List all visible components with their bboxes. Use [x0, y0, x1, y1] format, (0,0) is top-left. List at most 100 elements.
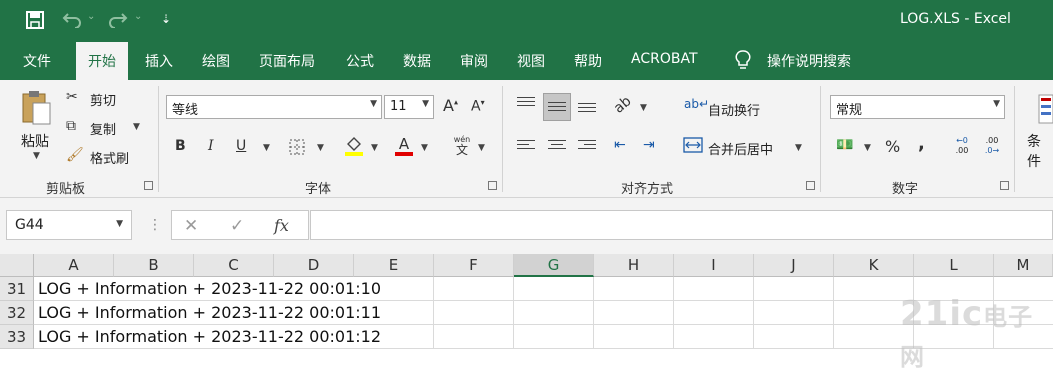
format-painter-icon[interactable]: 🖌	[66, 147, 84, 163]
number-format-select[interactable]: 常规 ▼	[830, 95, 1005, 119]
drag-handle-icon[interactable]: ⋮	[148, 217, 162, 233]
cancel-icon[interactable]: ✕	[184, 216, 198, 236]
wrap-text-button[interactable]: 自动换行	[708, 100, 760, 119]
cut-icon[interactable]: ✂	[66, 89, 78, 105]
customize-toolbar-icon[interactable]: ⇣	[161, 12, 171, 26]
column-header-e[interactable]: E	[354, 254, 434, 277]
redo-icon[interactable]	[108, 12, 128, 28]
tab-view[interactable]: 视图	[517, 51, 545, 71]
tab-data[interactable]: 数据	[403, 51, 431, 71]
row-header[interactable]: 32	[0, 301, 34, 325]
font-color-dropdown-icon[interactable]: ▼	[421, 143, 428, 153]
underline-button[interactable]: U	[236, 138, 246, 154]
grow-font-button[interactable]: A▴	[443, 96, 458, 115]
column-header-d[interactable]: D	[274, 254, 354, 277]
phonetic-dropdown-icon[interactable]: ▼	[478, 143, 485, 153]
insert-function-button[interactable]: fx	[274, 216, 289, 235]
name-box[interactable]: G44 ▼	[6, 210, 132, 240]
conditional-formatting-button[interactable]: 条件	[1027, 131, 1053, 171]
divider	[1014, 86, 1015, 192]
copy-button[interactable]: 复制	[90, 119, 116, 138]
align-top-icon[interactable]	[517, 97, 535, 111]
align-right-icon[interactable]	[578, 140, 596, 154]
font-size-select[interactable]: 11 ▼	[384, 95, 434, 119]
wrap-text-icon[interactable]: ab↵	[684, 97, 709, 111]
column-header-c[interactable]: C	[194, 254, 274, 277]
increase-decimal-icon[interactable]: ←0.00	[952, 136, 972, 156]
row-header[interactable]: 31	[0, 277, 34, 301]
undo-dropdown-icon[interactable]: ⌄	[87, 11, 95, 22]
column-header-m[interactable]: M	[994, 254, 1053, 277]
font-name-select[interactable]: 等线 ▼	[166, 95, 382, 119]
select-all-corner[interactable]	[0, 254, 34, 277]
number-launcher-icon[interactable]	[1000, 181, 1009, 190]
conditional-formatting-icon[interactable]	[1038, 94, 1053, 124]
tab-file[interactable]: 文件	[23, 51, 51, 71]
paste-icon[interactable]	[20, 90, 52, 126]
enter-icon[interactable]: ✓	[230, 216, 244, 236]
copy-icon[interactable]: ⧉	[66, 118, 76, 134]
tab-acrobat[interactable]: ACROBAT	[631, 51, 698, 67]
cut-button[interactable]: 剪切	[90, 90, 116, 109]
italic-button[interactable]: I	[208, 138, 214, 154]
alignment-launcher-icon[interactable]	[806, 181, 815, 190]
border-dropdown-icon[interactable]: ▼	[317, 143, 324, 153]
font-color-icon[interactable]: A	[394, 135, 414, 157]
column-header-k[interactable]: K	[834, 254, 914, 277]
column-header-g[interactable]: G	[514, 254, 594, 277]
undo-icon[interactable]	[62, 12, 82, 28]
comma-style-button[interactable]: ,	[918, 133, 925, 154]
tab-insert[interactable]: 插入	[145, 51, 173, 71]
accounting-dropdown-icon[interactable]: ▼	[864, 143, 871, 153]
align-center-icon[interactable]	[548, 140, 566, 154]
column-header-l[interactable]: L	[914, 254, 994, 277]
border-icon[interactable]	[289, 139, 305, 155]
align-left-icon[interactable]	[517, 140, 535, 154]
save-icon[interactable]	[26, 11, 44, 29]
orientation-icon[interactable]: ab	[611, 93, 635, 116]
column-header-b[interactable]: B	[114, 254, 194, 277]
copy-dropdown-icon[interactable]: ▼	[133, 122, 140, 132]
accounting-format-icon[interactable]: 💵	[836, 137, 853, 153]
tab-draw[interactable]: 绘图	[202, 51, 230, 71]
column-header-a[interactable]: A	[34, 254, 114, 277]
align-bottom-icon[interactable]	[578, 103, 596, 117]
tell-me-search[interactable]: 操作说明搜索	[767, 51, 851, 71]
decrease-indent-icon[interactable]: ⇤	[614, 137, 626, 153]
merge-dropdown-icon[interactable]: ▼	[795, 143, 802, 153]
percent-button[interactable]: %	[885, 137, 900, 156]
shrink-font-button[interactable]: A▾	[471, 98, 485, 115]
font-launcher-icon[interactable]	[488, 181, 497, 190]
formula-input[interactable]	[310, 210, 1053, 240]
orientation-dropdown-icon[interactable]: ▼	[640, 103, 647, 113]
tab-home[interactable]: 开始	[76, 42, 128, 80]
column-header-f[interactable]: F	[434, 254, 514, 277]
clipboard-launcher-icon[interactable]	[144, 181, 153, 190]
redo-dropdown-icon[interactable]: ⌄	[134, 11, 142, 22]
column-header-i[interactable]: I	[674, 254, 754, 277]
column-header-h[interactable]: H	[594, 254, 674, 277]
tab-formulas[interactable]: 公式	[346, 51, 374, 71]
increase-indent-icon[interactable]: ⇥	[643, 137, 655, 153]
format-painter-button[interactable]: 格式刷	[90, 148, 129, 167]
cell-a33[interactable]: LOG + Information + 2023-11-22 00:01:12	[38, 327, 381, 346]
paste-button[interactable]: 粘贴	[21, 131, 49, 151]
tab-page-layout[interactable]: 页面布局	[259, 51, 315, 71]
decrease-decimal-icon[interactable]: .00.0→	[982, 136, 1002, 156]
column-header-j[interactable]: J	[754, 254, 834, 277]
cell-a32[interactable]: LOG + Information + 2023-11-22 00:01:11	[38, 303, 381, 322]
fill-color-dropdown-icon[interactable]: ▼	[371, 143, 378, 153]
row-header[interactable]: 33	[0, 325, 34, 349]
bold-button[interactable]: B	[175, 138, 186, 154]
merge-center-icon[interactable]	[683, 137, 703, 153]
underline-dropdown-icon[interactable]: ▼	[263, 143, 270, 153]
fill-color-icon[interactable]	[344, 135, 364, 157]
worksheet-grid[interactable]: A B C D E F G H I J K L M 31 LOG + Infor…	[0, 254, 1053, 371]
merge-center-button[interactable]: 合并后居中	[708, 139, 773, 158]
paste-dropdown-icon[interactable]: ▼	[33, 151, 40, 161]
align-middle-button[interactable]	[543, 93, 571, 121]
tab-help[interactable]: 帮助	[574, 51, 602, 71]
phonetic-guide-icon[interactable]: wén 文	[451, 135, 473, 159]
tab-review[interactable]: 审阅	[460, 51, 488, 71]
cell-a31[interactable]: LOG + Information + 2023-11-22 00:01:10	[38, 279, 381, 298]
